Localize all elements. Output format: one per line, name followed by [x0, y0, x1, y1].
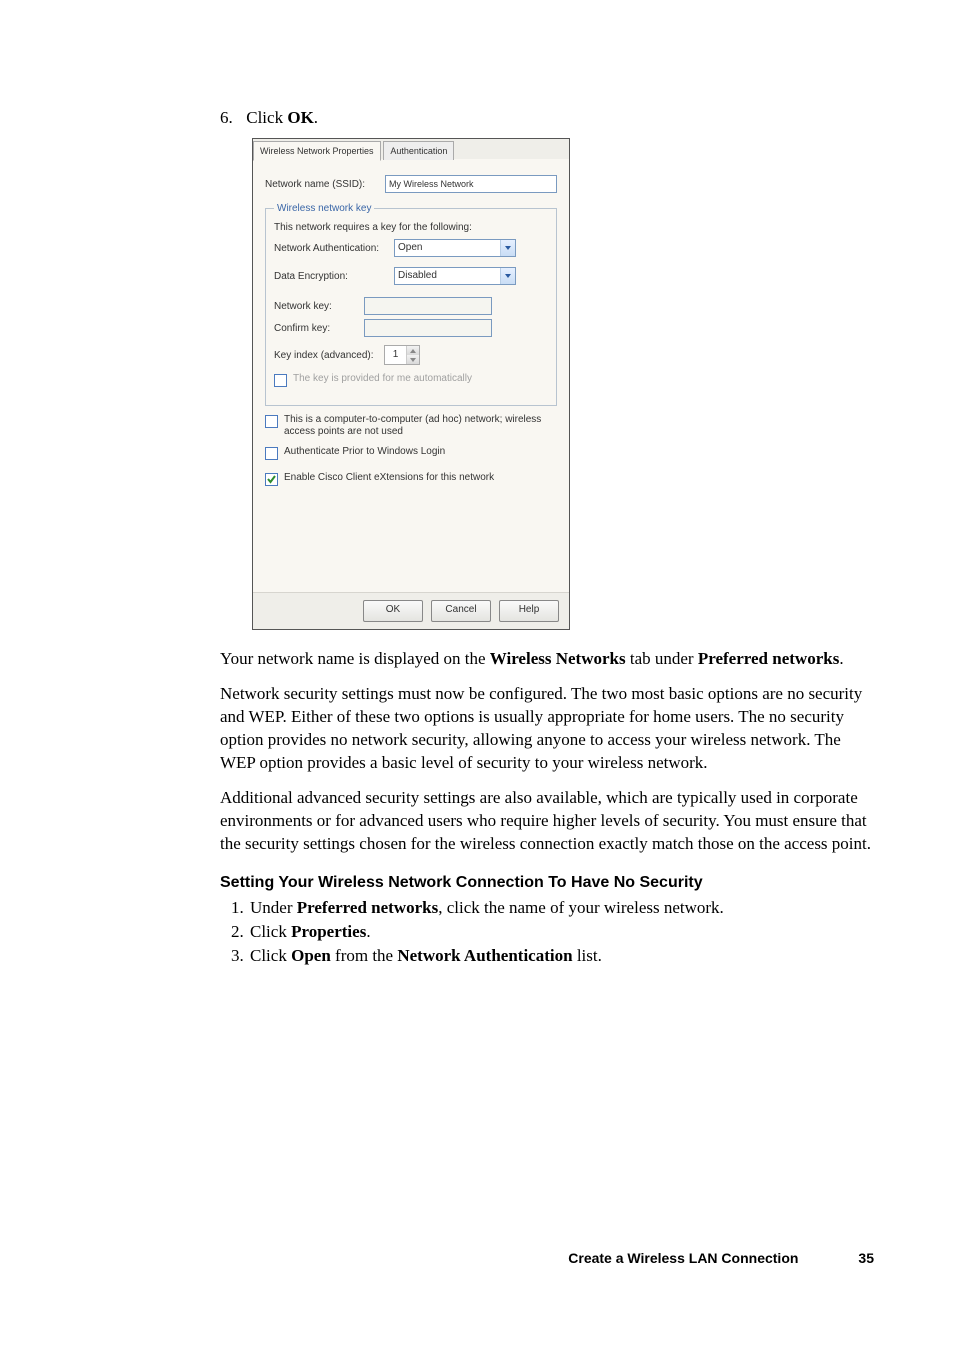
fieldset-legend: Wireless network key: [274, 203, 374, 214]
paragraph-3: Additional advanced security settings ar…: [220, 787, 874, 856]
network-key-label: Network key:: [274, 301, 364, 312]
auth-combo-value: Open: [395, 240, 500, 256]
prewin-option[interactable]: Authenticate Prior to Windows Login: [265, 446, 557, 460]
auth-combo[interactable]: Open: [394, 239, 516, 257]
autokey-label: The key is provided for me automatically: [293, 373, 472, 385]
chevron-down-icon: [500, 240, 515, 256]
auth-label: Network Authentication:: [274, 243, 394, 254]
cisco-option[interactable]: Enable Cisco Client eXtensions for this …: [265, 472, 557, 486]
ssid-input[interactable]: My Wireless Network: [385, 175, 557, 193]
chevron-down-icon: [500, 268, 515, 284]
confirm-key-input[interactable]: [364, 319, 492, 337]
paragraph-1: Your network name is displayed on the Wi…: [220, 648, 874, 671]
tab-wireless-properties[interactable]: Wireless Network Properties: [253, 141, 381, 161]
spinner-up-icon[interactable]: [407, 346, 419, 355]
network-key-input[interactable]: [364, 297, 492, 315]
ok-button[interactable]: OK: [363, 600, 423, 622]
dialog-tabstrip: Wireless Network Properties Authenticati…: [253, 139, 569, 159]
step-3: Click Open from the Network Authenticati…: [248, 946, 874, 966]
step-6-number: 6.: [220, 108, 242, 128]
key-index-spinner[interactable]: 1: [384, 345, 420, 365]
spinner-down-icon[interactable]: [407, 355, 419, 364]
adhoc-option[interactable]: This is a computer-to-computer (ad hoc) …: [265, 414, 557, 438]
step-6-before: Click: [246, 108, 287, 127]
step-2: Click Properties.: [248, 922, 874, 942]
paragraph-2: Network security settings must now be co…: [220, 683, 874, 775]
tab-authentication[interactable]: Authentication: [383, 141, 454, 160]
checkbox-icon: [274, 374, 287, 387]
requires-text: This network requires a key for the foll…: [274, 222, 548, 233]
prewin-label: Authenticate Prior to Windows Login: [284, 446, 445, 458]
autokey-option: The key is provided for me automatically: [274, 373, 548, 387]
wireless-network-key-fieldset: Wireless network key This network requir…: [265, 203, 557, 406]
ssid-label: Network name (SSID):: [265, 179, 385, 190]
enc-label: Data Encryption:: [274, 271, 394, 282]
step-6-bold: OK: [287, 108, 313, 127]
steps-list: Under Preferred networks, click the name…: [220, 898, 874, 966]
footer-page-number: 35: [858, 1250, 874, 1266]
step-6: 6. Click OK.: [220, 108, 874, 128]
checkbox-icon: [265, 447, 278, 460]
dialog-buttonbar: OK Cancel Help: [253, 592, 569, 629]
section-subheading: Setting Your Wireless Network Connection…: [220, 874, 874, 892]
cisco-label: Enable Cisco Client eXtensions for this …: [284, 472, 494, 484]
step-6-after: .: [314, 108, 318, 127]
help-button[interactable]: Help: [499, 600, 559, 622]
key-index-label: Key index (advanced):: [274, 350, 384, 361]
footer-title: Create a Wireless LAN Connection: [568, 1250, 798, 1266]
checkbox-checked-icon: [265, 473, 278, 486]
enc-combo-value: Disabled: [395, 268, 500, 284]
page-footer: Create a Wireless LAN Connection 35: [220, 1250, 874, 1266]
enc-combo[interactable]: Disabled: [394, 267, 516, 285]
confirm-key-label: Confirm key:: [274, 323, 364, 334]
checkbox-icon: [265, 415, 278, 428]
adhoc-label: This is a computer-to-computer (ad hoc) …: [284, 414, 557, 438]
wireless-properties-dialog: Wireless Network Properties Authenticati…: [252, 138, 570, 630]
step-1: Under Preferred networks, click the name…: [248, 898, 874, 918]
key-index-value: 1: [385, 346, 406, 364]
cancel-button[interactable]: Cancel: [431, 600, 491, 622]
